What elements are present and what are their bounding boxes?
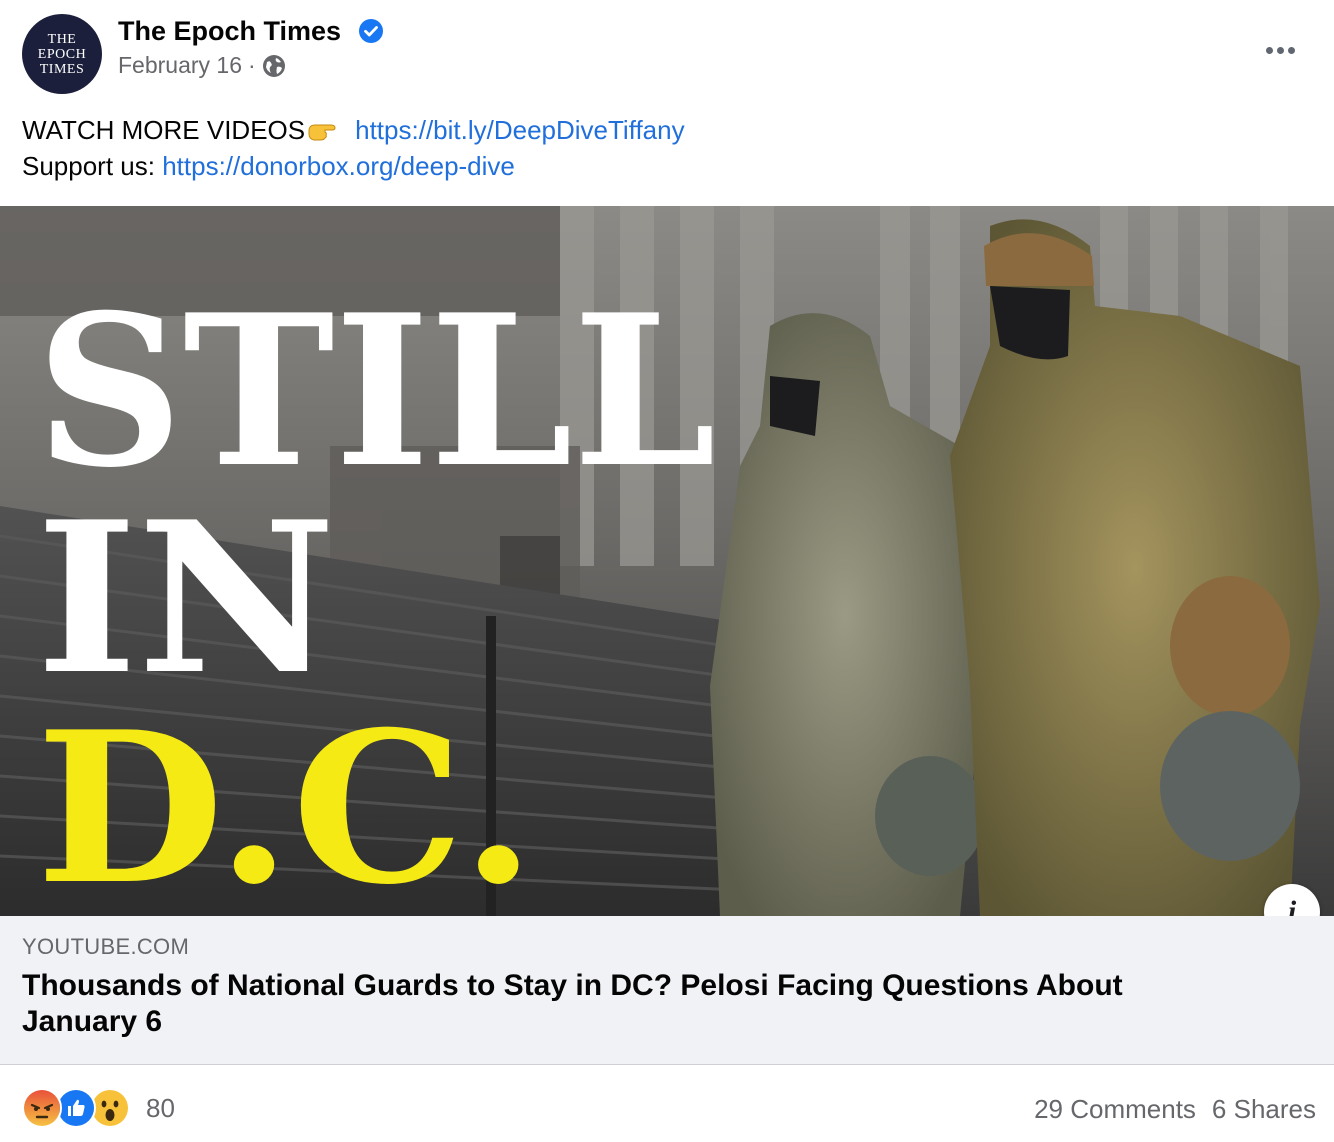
comments-count-link[interactable]: 29 Comments: [1034, 1094, 1196, 1125]
angry-reaction-icon: [22, 1088, 62, 1128]
post-date-link[interactable]: February 16: [118, 52, 242, 79]
avatar-text-line: THE: [47, 31, 77, 47]
page-name-link[interactable]: The Epoch Times: [118, 16, 341, 47]
message-line-1: WATCH MORE VIDEOS https://bit.ly/DeepDiv…: [22, 112, 685, 148]
post-message: WATCH MORE VIDEOS https://bit.ly/DeepDiv…: [22, 112, 685, 184]
meta-separator: ·: [248, 52, 256, 78]
message-text: WATCH MORE VIDEOS: [22, 115, 306, 145]
overlay-text-in: IN: [36, 477, 336, 721]
link-domain: YOUTUBE.COM: [22, 934, 190, 959]
link-title: Thousands of National Guards to Stay in …: [22, 969, 1123, 1038]
avatar-text-line: EPOCH: [37, 46, 87, 62]
page-avatar[interactable]: THE EPOCH TIMES: [22, 14, 102, 94]
link-preview-card[interactable]: YOUTUBE.COM Thousands of National Guards…: [0, 916, 1334, 1065]
thumbnail-artwork: STILL IN D.C.: [0, 206, 1334, 916]
reaction-count: 80: [146, 1092, 175, 1123]
avatar-text-line: TIMES: [39, 61, 85, 77]
reaction-summary[interactable]: 80: [22, 1088, 175, 1128]
engagement-stats: 29 Comments 6 Shares: [1034, 1094, 1316, 1125]
post-meta: February 16 ·: [118, 52, 286, 79]
like-reaction-icon: [56, 1088, 96, 1128]
more-options-icon: [1265, 46, 1273, 54]
message-text: Support us:: [22, 151, 163, 181]
pointing-hand-emoji-icon: [308, 124, 336, 141]
link-preview-image[interactable]: STILL IN D.C.: [0, 206, 1334, 916]
more-options-button[interactable]: [1258, 32, 1302, 68]
message-line-2: Support us: https://donorbox.org/deep-di…: [22, 148, 685, 184]
verified-badge-icon: [359, 19, 383, 43]
shares-count-link[interactable]: 6 Shares: [1212, 1094, 1316, 1125]
facebook-post: THE EPOCH TIMES The Epoch Times February…: [0, 0, 1334, 1142]
wow-reaction-icon: [90, 1088, 130, 1128]
more-options-icon-dot: [1287, 46, 1295, 54]
overlay-text-dc: D.C.: [36, 687, 536, 916]
donation-link[interactable]: https://donorbox.org/deep-dive: [162, 151, 515, 181]
globe-icon[interactable]: [262, 54, 286, 78]
more-options-icon-dot: [1276, 46, 1284, 54]
video-link[interactable]: https://bit.ly/DeepDiveTiffany: [355, 115, 684, 145]
